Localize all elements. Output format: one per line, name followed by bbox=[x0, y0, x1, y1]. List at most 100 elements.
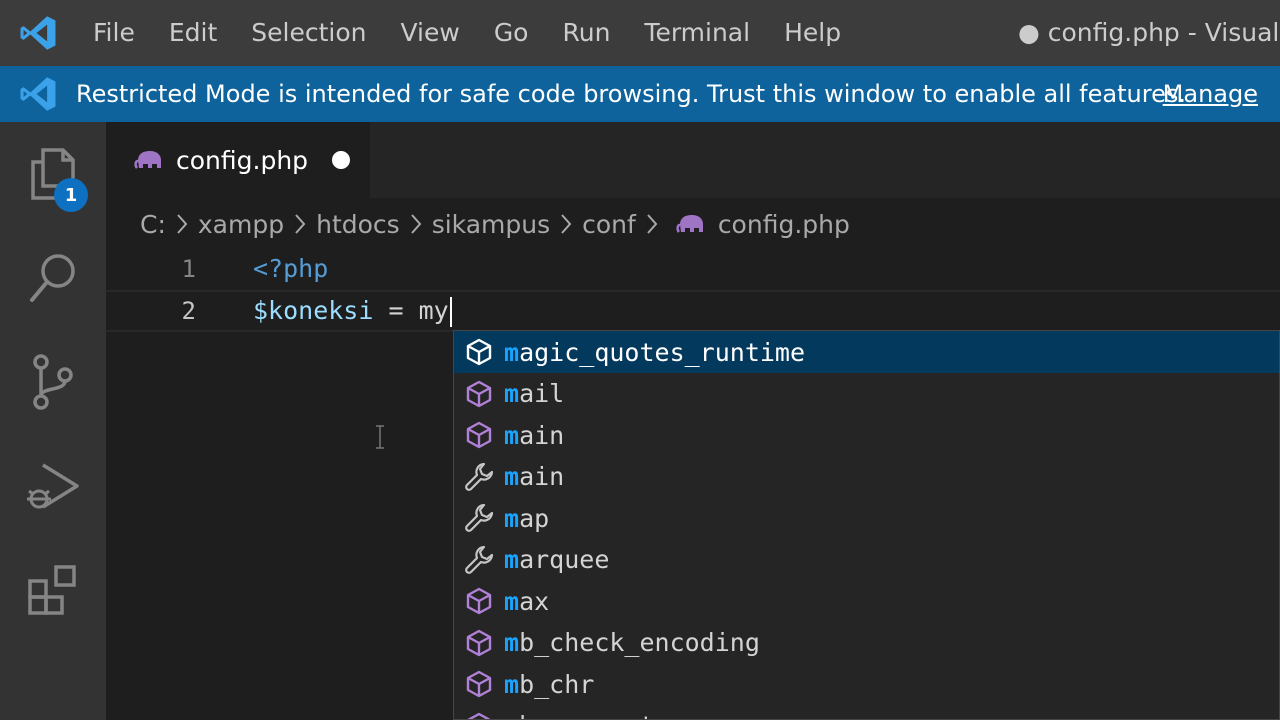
menu-run[interactable]: Run bbox=[545, 0, 627, 66]
breadcrumb-sikampus[interactable]: sikampus bbox=[432, 210, 550, 239]
suggestion-label: mb_check_encoding bbox=[504, 628, 760, 657]
suggestion-rest: b_check_encoding bbox=[519, 628, 760, 657]
vscode-logo-icon[interactable] bbox=[0, 0, 76, 66]
match-highlight: m bbox=[504, 462, 520, 491]
source-control-icon bbox=[33, 354, 73, 410]
restricted-mode-banner: Restricted Mode is intended for safe cod… bbox=[0, 66, 1280, 122]
menu-terminal[interactable]: Terminal bbox=[627, 0, 767, 66]
suggestion-rest: ap bbox=[519, 503, 550, 533]
suggestion-item[interactable]: magic_quotes_runtime bbox=[454, 331, 1279, 373]
run-debug-button[interactable] bbox=[0, 434, 106, 538]
breadcrumb-conf[interactable]: conf bbox=[582, 210, 636, 239]
match-highlight: m bbox=[504, 379, 520, 408]
cube-icon bbox=[454, 711, 504, 719]
menu-go[interactable]: Go bbox=[477, 0, 546, 66]
suggestion-label: mb_convert_case bbox=[504, 711, 730, 719]
suggestion-label: mail bbox=[504, 379, 564, 408]
suggestion-rest: ail bbox=[519, 379, 565, 408]
suggestion-item[interactable]: mail bbox=[454, 373, 1279, 415]
editor-tab-strip: config.php bbox=[106, 122, 1280, 198]
suggestion-item[interactable]: max bbox=[454, 580, 1279, 622]
match-highlight: m bbox=[504, 669, 520, 699]
suggestion-item[interactable]: mb_check_encoding bbox=[454, 622, 1279, 664]
match-highlight: m bbox=[504, 586, 520, 616]
suggestion-item[interactable]: mb_chr bbox=[454, 663, 1279, 705]
code-text: <?php bbox=[253, 254, 329, 283]
mouse-ibeam-icon bbox=[376, 425, 384, 449]
code-line-active[interactable]: 2 $koneksi = my bbox=[106, 290, 1280, 332]
breadcrumb-xampp[interactable]: xampp bbox=[198, 210, 284, 239]
menu-view[interactable]: View bbox=[383, 0, 476, 66]
match-highlight: m bbox=[504, 545, 520, 574]
chevron-right-icon bbox=[294, 213, 306, 235]
suggestion-item[interactable]: main bbox=[454, 456, 1279, 498]
suggestion-item[interactable]: marquee bbox=[454, 539, 1279, 581]
suggestion-label: magic_quotes_runtime bbox=[504, 338, 805, 367]
cube-icon bbox=[454, 669, 504, 699]
chevron-right-icon bbox=[560, 213, 572, 235]
variable-token: $koneksi bbox=[253, 296, 374, 325]
tab-label: config.php bbox=[176, 145, 309, 175]
manage-link[interactable]: Manage bbox=[1163, 66, 1258, 122]
explorer-button[interactable]: 1 bbox=[0, 122, 106, 226]
run-debug-icon bbox=[27, 463, 79, 509]
suggestion-rest: ain bbox=[519, 462, 565, 491]
unsaved-dot-icon[interactable] bbox=[332, 151, 351, 169]
suggestion-label: marquee bbox=[504, 545, 609, 574]
menu-edit[interactable]: Edit bbox=[152, 0, 234, 66]
search-button[interactable] bbox=[0, 226, 106, 330]
code-line[interactable]: 1 <?php bbox=[106, 250, 1280, 292]
match-highlight: m bbox=[504, 711, 519, 719]
code-text: $koneksi = my bbox=[253, 292, 452, 330]
cube-icon bbox=[454, 420, 504, 450]
line-number: 1 bbox=[181, 255, 196, 283]
tab-config-php[interactable]: config.php bbox=[106, 122, 370, 198]
suggestion-rest: b_convert_case bbox=[519, 711, 730, 719]
suggestion-label: main bbox=[504, 421, 564, 450]
code-rest: = my bbox=[373, 296, 449, 325]
menu-bar: File Edit Selection View Go Run Terminal… bbox=[76, 0, 858, 66]
suggestion-item[interactable]: mb_convert_case bbox=[454, 705, 1279, 719]
cube-icon bbox=[454, 628, 504, 658]
suggestion-rest: ax bbox=[519, 586, 550, 616]
source-control-button[interactable] bbox=[0, 330, 106, 434]
menu-file[interactable]: File bbox=[76, 0, 152, 66]
suggestion-label: main bbox=[504, 462, 564, 491]
title-bar: File Edit Selection View Go Run Terminal… bbox=[0, 0, 1280, 66]
menu-selection[interactable]: Selection bbox=[234, 0, 383, 66]
activity-bar: 1 bbox=[0, 122, 106, 720]
search-icon bbox=[30, 254, 75, 302]
match-highlight: m bbox=[504, 420, 520, 450]
cube-icon bbox=[454, 337, 504, 367]
wrench-icon bbox=[454, 461, 504, 493]
explorer-badge: 1 bbox=[54, 178, 88, 212]
match-highlight: m bbox=[504, 503, 520, 533]
breadcrumb-htdocs[interactable]: htdocs bbox=[316, 210, 400, 239]
match-highlight: m bbox=[504, 337, 520, 367]
banner-message: Restricted Mode is intended for safe cod… bbox=[76, 80, 1186, 108]
php-elephant-icon bbox=[676, 213, 706, 235]
extensions-icon bbox=[28, 565, 76, 615]
php-elephant-icon bbox=[134, 151, 161, 169]
wrench-icon bbox=[454, 544, 504, 576]
autocomplete-suggestions: magic_quotes_runtime mail main main map marqu… bbox=[453, 330, 1280, 720]
text-cursor bbox=[449, 297, 452, 327]
suggestion-rest: arquee bbox=[519, 545, 610, 574]
menu-help[interactable]: Help bbox=[767, 0, 858, 66]
window-title: ● config.php - Visual Studio Code bbox=[1018, 18, 1280, 47]
extensions-button[interactable] bbox=[0, 538, 106, 642]
wrench-icon bbox=[454, 502, 504, 534]
match-highlight: m bbox=[504, 628, 520, 657]
breadcrumb-drive[interactable]: C: bbox=[140, 210, 166, 239]
suggestion-label: mb_chr bbox=[504, 670, 594, 699]
suggestion-label: max bbox=[504, 587, 549, 616]
suggestion-item[interactable]: map bbox=[454, 497, 1279, 539]
suggestion-rest: agic_quotes_runtime bbox=[519, 337, 806, 367]
suggestion-rest: ain bbox=[519, 420, 565, 450]
breadcrumb-file[interactable]: config.php bbox=[718, 210, 850, 239]
suggestion-item[interactable]: main bbox=[454, 414, 1279, 456]
line-number: 2 bbox=[181, 297, 196, 325]
breadcrumb: C: xampp htdocs sikampus conf config.php bbox=[140, 198, 850, 250]
chevron-right-icon bbox=[176, 213, 188, 235]
vscode-logo-icon bbox=[0, 66, 76, 122]
